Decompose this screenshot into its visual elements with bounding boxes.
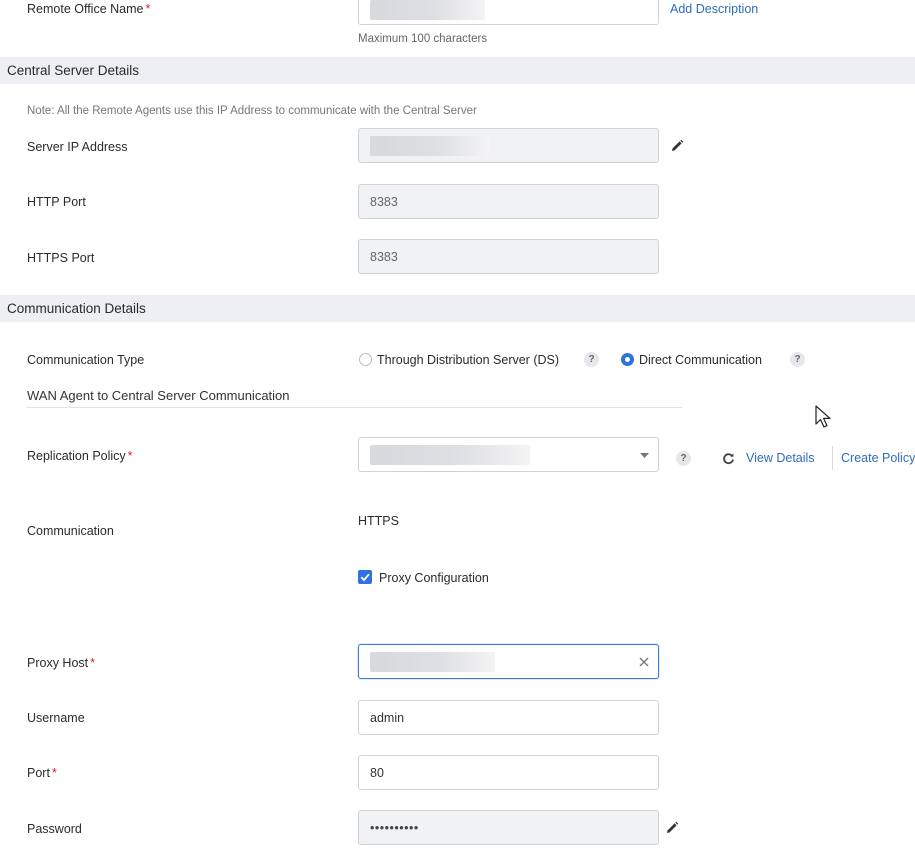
proxy-configuration-label[interactable]: Proxy Configuration — [379, 571, 489, 585]
radio-direct-communication-label[interactable]: Direct Communication — [639, 353, 762, 367]
port-value: 80 — [370, 765, 384, 780]
redacted-value — [370, 651, 495, 672]
help-icon[interactable]: ? — [676, 451, 691, 466]
proxy-host-input[interactable] — [358, 644, 659, 679]
radio-distribution-server-label[interactable]: Through Distribution Server (DS) — [377, 353, 559, 367]
pencil-icon[interactable] — [670, 139, 684, 153]
server-ip-label: Server IP Address — [27, 140, 128, 154]
username-label: Username — [27, 711, 85, 725]
redacted-value — [370, 444, 530, 465]
central-server-section-header: Central Server Details — [0, 57, 915, 84]
required-mark: * — [127, 449, 133, 463]
refresh-icon[interactable] — [722, 452, 735, 465]
communication-label: Communication — [27, 524, 114, 538]
radio-direct-communication[interactable] — [621, 353, 634, 366]
help-icon[interactable]: ? — [584, 352, 599, 367]
central-server-note: Note: All the Remote Agents use this IP … — [27, 105, 477, 117]
redacted-value — [370, 135, 490, 156]
password-label: Password — [27, 822, 82, 836]
port-label: Port * — [27, 766, 57, 780]
username-input[interactable]: admin — [358, 700, 659, 735]
remote-office-name-label: Remote Office Name * — [27, 2, 150, 16]
redacted-value — [370, 0, 485, 20]
username-value: admin — [370, 710, 405, 725]
proxy-host-label-text: Proxy Host — [27, 656, 89, 670]
proxy-configuration-checkbox[interactable] — [358, 570, 372, 584]
communication-value: HTTPS — [358, 514, 399, 528]
password-value: •••••••••• — [370, 820, 419, 835]
max-characters-hint: Maximum 100 characters — [358, 33, 488, 45]
http-port-value: 8383 — [370, 194, 398, 209]
add-description-link[interactable]: Add Description — [670, 2, 758, 16]
remote-office-name-label-text: Remote Office Name — [27, 2, 144, 16]
communication-type-label: Communication Type — [27, 353, 145, 367]
remote-office-name-input[interactable] — [358, 0, 659, 25]
http-port-label: HTTP Port — [27, 195, 86, 209]
port-label-text: Port — [27, 766, 50, 780]
replication-policy-select[interactable] — [358, 437, 659, 472]
http-port-input: 8383 — [358, 184, 659, 219]
https-port-input: 8383 — [358, 239, 659, 274]
https-port-label: HTTPS Port — [27, 251, 95, 265]
replication-policy-label: Replication Policy * — [27, 449, 133, 463]
mouse-cursor-icon — [815, 405, 831, 428]
divider — [27, 407, 682, 408]
required-mark: * — [145, 2, 151, 16]
link-separator — [832, 446, 833, 470]
create-policy-link[interactable]: Create Policy — [841, 451, 915, 465]
proxy-host-label: Proxy Host * — [27, 656, 95, 670]
wan-subsection-heading: WAN Agent to Central Server Communicatio… — [27, 388, 290, 403]
radio-distribution-server[interactable] — [359, 353, 372, 366]
port-input[interactable]: 80 — [358, 755, 659, 790]
password-input: •••••••••• — [358, 810, 659, 845]
https-port-value: 8383 — [370, 249, 398, 264]
required-mark: * — [51, 766, 57, 780]
communication-section-header: Communication Details — [0, 295, 915, 322]
server-ip-input — [358, 128, 659, 163]
dropdown-caret-icon — [640, 453, 649, 458]
replication-policy-label-text: Replication Policy — [27, 449, 126, 463]
required-mark: * — [90, 656, 96, 670]
help-icon[interactable]: ? — [790, 352, 805, 367]
pencil-icon[interactable] — [665, 821, 679, 835]
checkbox-check-icon — [360, 573, 370, 582]
view-details-link[interactable]: View Details — [746, 451, 815, 465]
clear-icon[interactable] — [639, 657, 649, 667]
